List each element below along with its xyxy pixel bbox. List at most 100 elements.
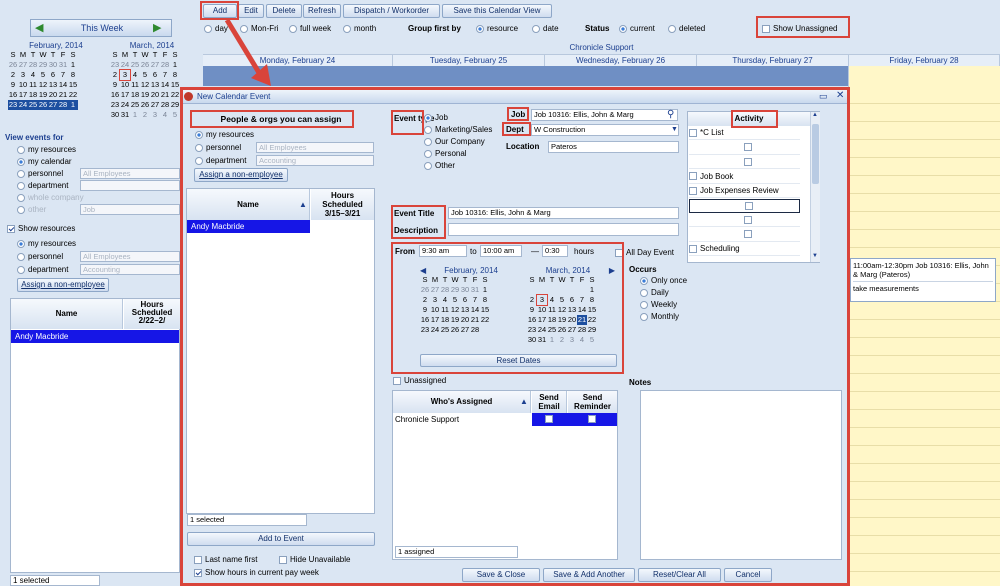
description-field[interactable] [448,223,679,236]
calendar-day[interactable]: 24 [430,325,440,335]
calendar-day[interactable]: 18 [547,315,557,325]
calendar-day[interactable]: 29 [450,285,460,295]
show-hours-checkbox[interactable]: Show hours in current pay week [194,568,319,577]
view-department-select[interactable] [80,180,180,191]
calendar-day[interactable]: 1 [587,285,597,295]
dept-chevron-down-icon[interactable]: ▼ [671,126,678,133]
res-assign-non-employee-button[interactable]: Assign a non-employee [17,278,109,292]
calendar-day[interactable]: 26 [140,60,150,70]
res-my-resources-option[interactable]: my resources [17,239,76,248]
refresh-button[interactable]: Refresh [303,4,341,18]
calendar-day[interactable]: 25 [28,100,38,110]
activity-checkbox[interactable] [689,186,697,195]
assigned-header[interactable]: Who's Assigned [393,391,531,413]
activity-item[interactable] [689,155,800,169]
calendar-day[interactable]: 31 [120,110,130,120]
calendar-day[interactable]: 31 [537,335,547,345]
left-grid-hours-header[interactable]: Hours Scheduled 2/22–2/ [124,299,180,329]
calendar-day[interactable]: 5 [587,335,597,345]
activity-item[interactable] [689,198,800,213]
calendar-day[interactable]: 2 [557,335,567,345]
calendar-day[interactable]: 27 [18,60,28,70]
calendar-day[interactable]: 7 [577,295,587,305]
calendar-day[interactable]: 16 [420,315,430,325]
calendar-day[interactable]: 23 [527,325,537,335]
calendar-day[interactable]: 26 [8,60,18,70]
calendar-day[interactable]: 25 [130,100,140,110]
activity-checkbox[interactable] [689,172,697,181]
calendar-day[interactable]: 12 [38,80,48,90]
calendar-day[interactable]: 27 [150,100,160,110]
calendar-day[interactable]: 3 [430,295,440,305]
assigned-row-options[interactable] [532,413,617,426]
calendar-day[interactable]: 1 [68,100,78,110]
calendar-day[interactable]: 15 [68,80,78,90]
res-personnel-option[interactable]: personnel [17,252,63,261]
calendar-day[interactable]: 8 [480,295,490,305]
calendar-day[interactable]: 24 [18,100,28,110]
calendar-day[interactable]: 25 [130,60,140,70]
calendar-day[interactable]: 25 [547,325,557,335]
calendar-day[interactable]: 9 [8,80,18,90]
save-close-button[interactable]: Save & Close [462,568,540,582]
calendar-day[interactable]: 4 [547,295,557,305]
calendar-day[interactable]: 18 [440,315,450,325]
calendar-day[interactable]: 6 [567,295,577,305]
calendar-day[interactable]: 4 [130,70,140,80]
calendar-day[interactable]: 17 [18,90,28,100]
calendar-day[interactable]: 11 [440,305,450,315]
calendar-day[interactable]: 23 [110,60,120,70]
calendar-day[interactable]: 17 [430,315,440,325]
calendar-day[interactable]: 5 [38,70,48,80]
calendar-day[interactable]: 5 [170,110,180,120]
calendar-day[interactable]: 21 [160,90,170,100]
calendar-day[interactable]: 10 [537,305,547,315]
calendar-day[interactable]: 21 [577,315,587,325]
friday-column[interactable] [848,66,1000,586]
calendar-day[interactable]: 29 [587,325,597,335]
people-personnel-option[interactable]: personnel [195,143,241,152]
calendar-day[interactable]: 1 [480,285,490,295]
occurs-option[interactable]: Only once [640,276,687,285]
calendar-day[interactable]: 6 [48,70,58,80]
occurs-option[interactable]: Daily [640,288,669,297]
calendar-day[interactable]: 22 [68,90,78,100]
calendar-day[interactable]: 23 [8,100,18,110]
people-grid-hours-header[interactable]: Hours Scheduled 3/15–3/21 [311,189,374,220]
scroll-thumb[interactable] [812,124,819,184]
calendar-day[interactable]: 1 [170,60,180,70]
calendar-day[interactable]: 3 [536,294,548,306]
event-type-option[interactable]: Our Company [424,137,485,146]
calendar-day[interactable]: 21 [58,90,68,100]
all-day-checkbox[interactable]: All Day Event [615,248,674,257]
dispatch-button[interactable]: Dispatch / Workorder [343,4,440,18]
calendar-day[interactable]: 18 [130,90,140,100]
calendar-day[interactable]: 14 [577,305,587,315]
calendar-day[interactable]: 7 [470,295,480,305]
reset-clear-button[interactable]: Reset/Clear All [638,568,721,582]
last-name-first-checkbox[interactable]: Last name first [194,555,257,564]
view-personnel-select[interactable]: All Employees [80,168,180,179]
group-resource-option[interactable]: resource [476,24,518,33]
calendar-day[interactable]: 12 [450,305,460,315]
event-title-field[interactable]: Job 10316: Ellis, John & Marg [448,207,679,219]
people-my-resources-option[interactable]: my resources [195,130,254,139]
calendar-day[interactable]: 2 [527,295,537,305]
calendar-day[interactable]: 15 [480,305,490,315]
calendar-day[interactable]: 9 [110,80,120,90]
calendar-day[interactable]: 26 [450,325,460,335]
event-type-option[interactable]: Personal [424,149,467,158]
activity-item[interactable] [689,141,800,155]
calendar-day[interactable]: 10 [430,305,440,315]
res-department-option[interactable]: department [17,265,68,274]
calendar-day[interactable]: 3 [567,335,577,345]
calendar-day[interactable]: 12 [557,305,567,315]
event-type-option[interactable]: Other [424,161,455,170]
activity-checkbox[interactable] [689,128,697,137]
calendar-day[interactable]: 5 [140,70,150,80]
calendar-day[interactable]: 14 [58,80,68,90]
activity-checkbox[interactable] [744,215,752,224]
edit-button[interactable]: Edit [238,4,264,18]
calendar-day[interactable]: 28 [28,60,38,70]
activity-item[interactable]: Scheduling [689,242,800,256]
